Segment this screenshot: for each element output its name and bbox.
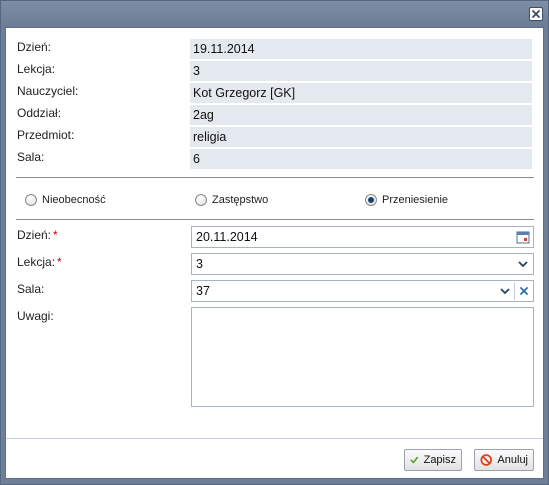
radio-button[interactable]: [25, 194, 37, 206]
radio-button-selected[interactable]: [365, 194, 377, 206]
info-row-room: Sala: 6: [6, 149, 545, 169]
info-value: 3: [190, 61, 532, 81]
notes-textarea[interactable]: [191, 307, 534, 407]
radio-transfer[interactable]: Przeniesienie: [365, 192, 448, 208]
info-label: Przedmiot:: [17, 128, 75, 142]
required-marker: *: [57, 255, 62, 269]
dialog-content: Dzień: 19.11.2014 Lekcja: 3 Nauczyciel: …: [5, 27, 544, 479]
day-value: 20.11.2014: [196, 230, 258, 244]
lesson-label: Lekcja: *: [17, 255, 62, 271]
radio-absence[interactable]: Nieobecność: [25, 192, 106, 208]
info-value: 2ag: [190, 105, 532, 125]
calendar-icon[interactable]: [514, 228, 532, 246]
divider: [16, 177, 534, 178]
radio-label: Przeniesienie: [382, 194, 449, 206]
dialog-window: Dzień: 19.11.2014 Lekcja: 3 Nauczyciel: …: [0, 0, 549, 485]
info-label: Lekcja:: [17, 62, 56, 76]
chevron-down-icon[interactable]: [496, 282, 514, 300]
info-row-lesson: Lekcja: 3: [6, 61, 545, 81]
info-value: Kot Grzegorz [GK]: [190, 83, 532, 103]
cancel-button-label: Anuluj: [497, 454, 528, 466]
info-label: Sala:: [17, 150, 45, 164]
room-label-text: Sala:: [17, 282, 45, 296]
lesson-label-text: Lekcja:: [17, 255, 56, 269]
notes-label-text: Uwagi:: [17, 309, 54, 323]
info-value: 6: [190, 149, 532, 169]
room-select[interactable]: 37: [191, 280, 534, 302]
info-label: Dzień:: [17, 40, 52, 54]
info-value: religia: [190, 127, 532, 147]
divider: [16, 219, 534, 220]
info-row-subject: Przedmiot: religia: [6, 127, 545, 147]
clear-icon[interactable]: [514, 282, 532, 300]
footer-divider: [6, 438, 543, 439]
room-label: Sala:: [17, 282, 44, 298]
cancel-button[interactable]: Anuluj: [474, 449, 534, 471]
cancel-icon: [480, 454, 492, 466]
radio-label: Zastępstwo: [212, 194, 269, 206]
day-date-input[interactable]: 20.11.2014: [191, 226, 534, 248]
save-button-label: Zapisz: [423, 454, 456, 466]
lesson-value: 3: [196, 257, 203, 271]
info-value: 19.11.2014: [190, 39, 532, 59]
info-row-teacher: Nauczyciel: Kot Grzegorz [GK]: [6, 83, 545, 103]
radio-label: Nieobecność: [42, 194, 106, 206]
info-label: Oddział:: [17, 106, 62, 120]
lesson-select[interactable]: 3: [191, 253, 534, 275]
info-row-class: Oddział: 2ag: [6, 105, 545, 125]
notes-label: Uwagi:: [17, 309, 54, 325]
info-label: Nauczyciel:: [17, 84, 79, 98]
checkmark-icon: [410, 456, 419, 464]
info-row-day: Dzień: 19.11.2014: [6, 39, 545, 59]
required-marker: *: [53, 228, 58, 242]
close-icon[interactable]: [529, 7, 543, 21]
room-value: 37: [196, 284, 210, 298]
day-label: Dzień: *: [17, 228, 58, 244]
save-button[interactable]: Zapisz: [404, 449, 462, 471]
chevron-down-icon[interactable]: [514, 255, 532, 273]
radio-substitution[interactable]: Zastępstwo: [195, 192, 268, 208]
dialog-titlebar[interactable]: [1, 1, 548, 27]
radio-button[interactable]: [195, 194, 207, 206]
day-label-text: Dzień:: [17, 228, 52, 242]
